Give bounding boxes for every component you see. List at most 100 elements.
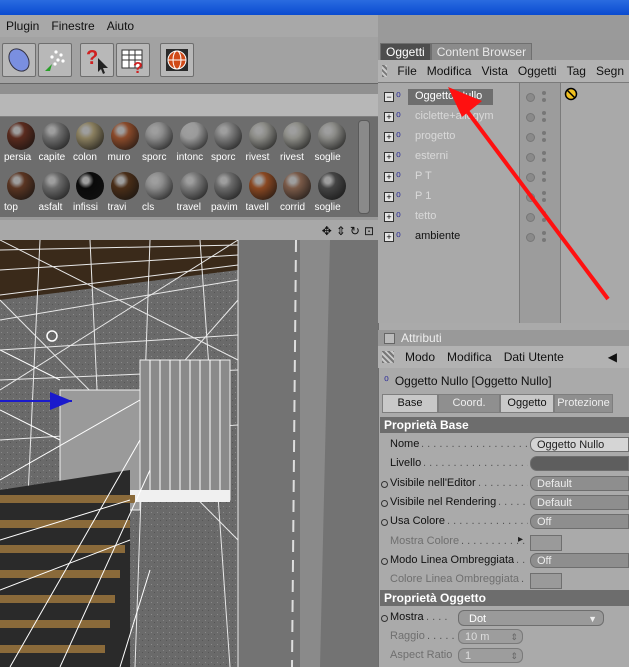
- material-swatch[interactable]: soglie: [315, 170, 347, 216]
- menu-finestre[interactable]: Finestre: [45, 19, 100, 33]
- material-swatch[interactable]: sporc: [211, 120, 243, 166]
- menu-modifica[interactable]: Modifica: [422, 64, 477, 78]
- calendar-help-button[interactable]: ?: [116, 43, 150, 77]
- display-select[interactable]: Dot ▼: [458, 610, 604, 626]
- particles-button[interactable]: [38, 43, 72, 77]
- material-swatch[interactable]: pavim: [211, 170, 243, 216]
- material-swatch[interactable]: persia: [4, 120, 36, 166]
- menu-plugin[interactable]: Plugin: [0, 19, 45, 33]
- material-label: soglie: [314, 202, 341, 213]
- property-label: Visibile nel Rendering: [390, 495, 497, 508]
- property-field[interactable]: [530, 456, 629, 472]
- rotate-view-icon[interactable]: ↻: [350, 224, 360, 238]
- material-swatch[interactable]: intonc: [177, 120, 209, 166]
- animation-bullet-icon[interactable]: [381, 480, 388, 488]
- attr-grip-handle-icon[interactable]: [382, 351, 394, 363]
- back-arrow-icon[interactable]: ◀: [608, 350, 617, 364]
- expand-toggle-icon[interactable]: +: [384, 232, 394, 242]
- material-swatch[interactable]: top: [4, 170, 36, 216]
- material-preview-sphere: [317, 122, 346, 150]
- menu-segn[interactable]: Segn: [591, 64, 629, 78]
- material-swatch[interactable]: capite: [39, 120, 71, 166]
- material-swatch[interactable]: rivest: [246, 120, 278, 166]
- color-swatch-field[interactable]: [530, 573, 562, 590]
- property-label: Modo Linea Ombreggiata: [390, 553, 515, 566]
- numeric-field[interactable]: 1 ⇕: [458, 648, 523, 663]
- globe-icon: [166, 49, 188, 71]
- material-swatch[interactable]: asfalt: [39, 170, 71, 216]
- menu-dati-utente[interactable]: Dati Utente: [498, 350, 570, 364]
- property-dropdown[interactable]: Default: [530, 475, 629, 491]
- expand-toggle-icon[interactable]: +: [384, 132, 394, 142]
- material-label: tavell: [245, 202, 269, 213]
- grip-handle-icon[interactable]: [382, 65, 388, 77]
- expand-toggle-icon[interactable]: +: [384, 112, 394, 122]
- menu-modo[interactable]: Modo: [399, 350, 441, 364]
- property-dropdown[interactable]: Default: [530, 494, 629, 510]
- expand-toggle-icon[interactable]: +: [384, 192, 394, 202]
- menu-oggetti[interactable]: Oggetti: [513, 64, 562, 78]
- material-preview-sphere: [76, 172, 104, 200]
- material-swatch[interactable]: corrid: [280, 170, 312, 216]
- zoom-view-icon[interactable]: ⇕: [336, 224, 346, 238]
- color-swatch-field[interactable]: [530, 534, 562, 551]
- animation-bullet-icon[interactable]: [381, 615, 388, 622]
- property-row: Modo Linea Ombreggiata. . . . . . . . . …: [380, 552, 629, 571]
- leader-dots: . . . . . . . . . . . . . . . . . . . . …: [423, 457, 528, 470]
- material-swatch[interactable]: cls: [142, 170, 174, 216]
- animation-bullet-icon[interactable]: [381, 519, 388, 527]
- material-swatch[interactable]: travi: [108, 170, 140, 216]
- main-toolbar: ? ?: [0, 37, 378, 83]
- material-swatch[interactable]: soglie: [315, 120, 347, 166]
- material-swatch[interactable]: colon: [73, 120, 105, 166]
- menu-file[interactable]: File: [392, 64, 421, 78]
- property-value: Default: [537, 477, 572, 490]
- section-proprieta-oggetto: Proprietà Oggetto: [380, 590, 629, 606]
- stepper-arrows-icon[interactable]: ⇕: [510, 630, 518, 645]
- 3d-viewport[interactable]: [0, 240, 378, 667]
- property-label: Mostra Colore: [390, 534, 460, 547]
- material-swatch[interactable]: infissi: [73, 170, 105, 216]
- expand-toggle-icon[interactable]: +: [384, 172, 394, 182]
- material-swatch[interactable]: rivest: [280, 120, 312, 166]
- menu-vista[interactable]: Vista: [476, 64, 512, 78]
- web-globe-button[interactable]: [160, 43, 194, 77]
- menu-attr-modifica[interactable]: Modifica: [441, 350, 498, 364]
- tab-oggetto[interactable]: Oggetto: [500, 394, 554, 413]
- animation-bullet-icon[interactable]: [381, 557, 388, 565]
- material-preview-sphere: [110, 172, 139, 200]
- property-field[interactable]: Oggetto Nullo: [530, 437, 629, 452]
- material-swatch[interactable]: muro: [108, 120, 140, 166]
- maximize-view-icon[interactable]: ⊡: [364, 224, 374, 238]
- menu-tag[interactable]: Tag: [562, 64, 591, 78]
- expand-toggle-icon[interactable]: +: [384, 152, 394, 162]
- material-swatch[interactable]: sporc: [142, 120, 174, 166]
- tab-content-browser[interactable]: Content Browser: [430, 43, 533, 60]
- window-title-bar: [0, 0, 629, 15]
- expand-toggle-icon[interactable]: −: [384, 92, 394, 102]
- material-scrollbar[interactable]: [358, 120, 370, 214]
- capsule-primitive-button[interactable]: [2, 43, 36, 77]
- tab-oggetti[interactable]: Oggetti: [380, 43, 431, 60]
- expand-triangle-icon[interactable]: ▸: [518, 534, 523, 545]
- context-help-button[interactable]: ?: [80, 43, 114, 77]
- property-dropdown[interactable]: Off: [530, 552, 629, 568]
- stepper-arrows-icon[interactable]: ⇕: [510, 649, 518, 664]
- property-row: Mostra. . . . . . . . . . . . . . . . . …: [380, 609, 629, 628]
- property-dropdown[interactable]: Off: [530, 514, 629, 530]
- expand-toggle-icon[interactable]: +: [384, 212, 394, 222]
- property-label: Aspect Ratio: [390, 649, 453, 661]
- material-swatch[interactable]: tavell: [246, 170, 278, 216]
- material-label: rivest: [245, 152, 270, 163]
- tab-protezione[interactable]: Protezione: [554, 394, 613, 413]
- tab-coord[interactable]: Coord.: [438, 394, 500, 413]
- material-swatch[interactable]: travel: [177, 170, 209, 216]
- menu-aiuto[interactable]: Aiuto: [101, 19, 140, 33]
- numeric-field[interactable]: 10 m ⇕: [458, 629, 523, 644]
- move-view-icon[interactable]: ✥: [322, 224, 332, 238]
- tab-base[interactable]: Base: [382, 394, 438, 413]
- animation-bullet-icon[interactable]: [381, 499, 388, 507]
- material-label: intonc: [176, 152, 204, 163]
- panel-toggle-icon[interactable]: [384, 332, 395, 344]
- material-preview-sphere: [248, 172, 277, 200]
